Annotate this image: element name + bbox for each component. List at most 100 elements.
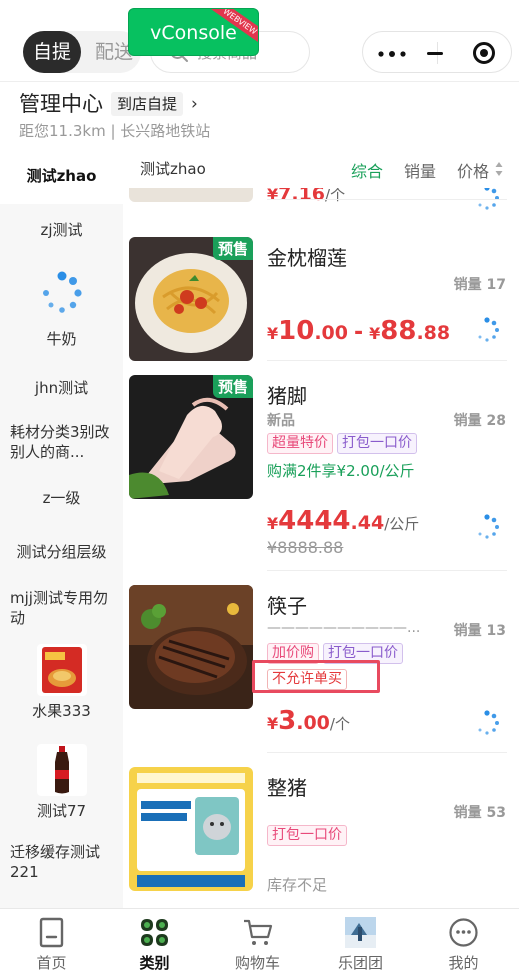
sidebar-item-牛奶[interactable]: 牛奶	[0, 268, 123, 349]
product-image	[129, 188, 253, 202]
tab-profile[interactable]: 我的	[412, 909, 515, 979]
product-name: 整猪	[267, 776, 307, 800]
tab-home[interactable]: 首页	[0, 909, 103, 979]
product-card[interactable]: 筷子 ——————————... 销量 13 加价购 打包一口价 不允许单买 ¥3…	[123, 572, 519, 754]
sidebar-item-label: 水果333	[32, 702, 91, 720]
product-sales: 销量 17	[453, 277, 506, 293]
product-tags: 加价购 打包一口价	[267, 642, 407, 664]
cart-icon	[244, 919, 273, 945]
sidebar-item-测试分组层级[interactable]: 测试分组层级	[0, 540, 123, 564]
sidebar-item-label: 迁移缓存测试221	[10, 843, 101, 881]
tag-bundle-price: 打包一口价	[337, 433, 417, 454]
sort-arrows-icon	[495, 162, 503, 176]
sidebar-item-jhn测试[interactable]: jhn测试	[0, 376, 123, 400]
tag-add-on-purchase: 加价购	[267, 643, 319, 664]
minimize-icon[interactable]	[427, 52, 443, 55]
sidebar-item-zj测试[interactable]: zj测试	[0, 218, 123, 242]
category-sidebar: 测试zhao zj测试 牛奶 jhn测试 耗材分类3别改别人的商... z一级	[0, 148, 123, 908]
noodle-pack-icon	[41, 647, 82, 693]
product-name: 金枕榴莲	[267, 246, 347, 270]
store-title: 管理中心	[19, 92, 103, 116]
sidebar-item-label: 测试zhao	[26, 167, 97, 185]
tab-label: 我的	[448, 954, 479, 972]
miniprogram-capsule	[362, 31, 512, 73]
category-thumbnail	[36, 744, 87, 796]
product-promo: 购满2件享¥2.00/公斤	[267, 462, 415, 480]
tab-cart[interactable]: 购物车	[206, 909, 309, 979]
product-price: ¥4444.44/公斤	[267, 506, 420, 536]
sidebar-item-测试77[interactable]: 测试77	[0, 744, 123, 821]
store-distance: 距您11.3km | 长兴路地铁站	[19, 122, 211, 140]
sidebar-item-耗材分类[interactable]: 耗材分类3别改别人的商...	[0, 422, 123, 462]
top-bar: 自提 配送 搜索商品 vConsole WEBVIEW	[0, 0, 519, 82]
sort-comprehensive[interactable]: 综合	[351, 158, 383, 182]
tab-group[interactable]: 乐团团	[309, 909, 412, 979]
product-image: 预售	[129, 237, 253, 361]
product-subtitle: ——————————...	[267, 620, 421, 636]
sidebar-item-z一级[interactable]: z一级	[0, 486, 123, 510]
sidebar-item-水果333[interactable]: 水果333	[0, 644, 123, 721]
category-thumbnail	[36, 644, 87, 696]
sidebar-item-label: zj测试	[40, 221, 83, 239]
sort-sales[interactable]: 销量	[404, 158, 436, 182]
cola-bottle-icon	[54, 746, 69, 794]
close-icon[interactable]	[473, 42, 495, 64]
product-sales: 销量 13	[453, 623, 506, 639]
vconsole-button[interactable]: vConsole WEBVIEW	[128, 8, 259, 56]
product-price: ¥3.00/个	[267, 706, 350, 736]
product-card[interactable]: 整猪 销量 53 打包一口价 库存不足	[123, 754, 519, 908]
tab-label: 乐团团	[337, 954, 383, 972]
mode-pickup-tab[interactable]: 自提	[23, 31, 81, 73]
tab-label: 类别	[139, 954, 170, 972]
product-list: ¥7.16/个 预售 金枕榴莲 销量 17 ¥10.00 - ¥88.88 预售…	[123, 188, 519, 908]
tag-no-single-purchase: 不允许单买	[267, 669, 347, 690]
bottom-tab-bar: 首页 类别 购物车 乐团团 我的	[0, 908, 519, 979]
tab-category[interactable]: 类别	[103, 909, 206, 979]
loading-spinner-icon	[478, 710, 499, 735]
product-card[interactable]: 预售 金枕榴莲 销量 17 ¥10.00- ¥88.88	[123, 224, 519, 362]
product-sales: 销量 53	[453, 805, 506, 821]
product-tags: 超量特价 打包一口价	[267, 432, 421, 454]
vconsole-label: vConsole	[150, 22, 237, 44]
home-icon	[39, 917, 64, 948]
product-original-price: ¥8888.88	[267, 538, 344, 557]
app-page: 自提 配送 搜索商品 vConsole WEBVIEW 管理中心 到店自提	[0, 0, 519, 979]
product-stock-status: 库存不足	[267, 876, 328, 894]
avatar-icon	[345, 917, 376, 948]
pet-food-ad-image	[129, 767, 253, 891]
product-name: 筷子	[267, 594, 307, 618]
product-image	[129, 767, 253, 891]
store-header[interactable]: 管理中心 到店自提 › 距您11.3km | 长兴路地铁站	[0, 82, 519, 148]
presale-badge: 预售	[212, 237, 253, 260]
tag-bundle-price: 打包一口价	[267, 825, 347, 846]
tab-label: 首页	[36, 954, 67, 972]
product-sales: 销量 28	[453, 413, 506, 429]
sidebar-item-label: 测试77	[36, 802, 87, 820]
delivery-mode-switch[interactable]: 自提 配送	[23, 31, 141, 73]
product-card[interactable]: 预售 猪脚 新品 销量 28 超量特价 打包一口价 购满2件享¥2.00/公斤 ¥…	[123, 362, 519, 572]
loading-spinner-icon	[478, 514, 499, 539]
category-icon	[141, 919, 168, 946]
steak-image	[129, 585, 253, 709]
loading-spinner-icon	[478, 317, 499, 342]
chevron-right-icon: ›	[191, 94, 198, 114]
sidebar-item-label: 测试分组层级	[16, 543, 107, 561]
tag-bundle-price: 打包一口价	[323, 643, 403, 664]
product-card[interactable]: ¥7.16/个	[123, 188, 519, 210]
presale-badge: 预售	[212, 375, 253, 398]
more-icon[interactable]	[377, 51, 407, 57]
product-image: 预售	[129, 375, 253, 499]
sort-bar: 测试zhao 综合 销量 价格	[123, 150, 519, 188]
product-name: 猪脚	[267, 384, 307, 408]
sidebar-item-label: jhn测试	[34, 379, 89, 397]
sort-price[interactable]: 价格	[457, 158, 489, 182]
sidebar-item-迁移缓存测试221[interactable]: 迁移缓存测试221	[0, 842, 123, 882]
loading-spinner-icon	[42, 271, 82, 313]
product-price: ¥7.16/个	[267, 188, 346, 205]
product-price: ¥10.00- ¥88.88	[267, 316, 451, 346]
profile-icon	[449, 918, 478, 947]
sidebar-item-label: 牛奶	[46, 330, 77, 348]
sidebar-item-mjj测试[interactable]: mjj测试专用勿动	[0, 588, 123, 628]
sidebar-item-测试zhao[interactable]: 测试zhao	[0, 148, 123, 204]
sidebar-item-label: mjj测试专用勿动	[10, 589, 108, 627]
